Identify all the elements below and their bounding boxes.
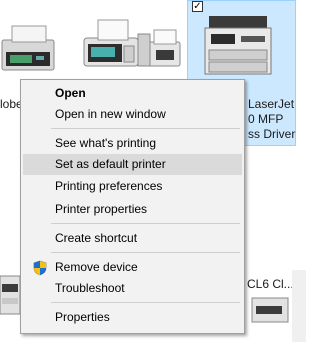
- device-label: 0 MFP: [248, 112, 284, 126]
- device-label: CL6 Cl...: [247, 277, 294, 291]
- menu-item-troubleshoot[interactable]: Troubleshoot: [23, 278, 242, 299]
- scrollbar-strip[interactable]: [292, 270, 306, 342]
- menu-separator: [51, 302, 240, 303]
- menu-separator: [51, 252, 240, 253]
- menu-separator: [51, 128, 240, 129]
- printer-icon[interactable]: [0, 272, 22, 320]
- menu-item-see-whats-printing[interactable]: See what's printing: [23, 133, 242, 154]
- device-label: ss Driver: [248, 127, 296, 141]
- laserjet-printer-icon[interactable]: [201, 12, 277, 82]
- menu-item-label: Remove device: [55, 260, 138, 274]
- menu-item-set-default-printer[interactable]: Set as default printer: [23, 154, 242, 175]
- menu-item-printer-properties[interactable]: Printer properties: [23, 199, 242, 220]
- context-menu: Open Open in new window See what's print…: [20, 79, 245, 334]
- menu-item-open-new-window[interactable]: Open in new window: [23, 104, 242, 125]
- menu-separator: [51, 223, 240, 224]
- menu-item-remove-device[interactable]: Remove device: [23, 257, 242, 278]
- menu-item-create-shortcut[interactable]: Create shortcut: [23, 228, 242, 249]
- uac-shield-icon: [33, 260, 47, 276]
- menu-item-open[interactable]: Open: [23, 83, 242, 104]
- printer-icon[interactable]: [0, 22, 58, 78]
- fax-icon[interactable]: [132, 20, 184, 72]
- menu-item-printing-preferences[interactable]: Printing preferences: [23, 176, 242, 197]
- device-label: LaserJet: [248, 97, 295, 111]
- menu-item-properties[interactable]: Properties: [23, 307, 242, 328]
- selection-checkbox[interactable]: ✓: [192, 1, 203, 12]
